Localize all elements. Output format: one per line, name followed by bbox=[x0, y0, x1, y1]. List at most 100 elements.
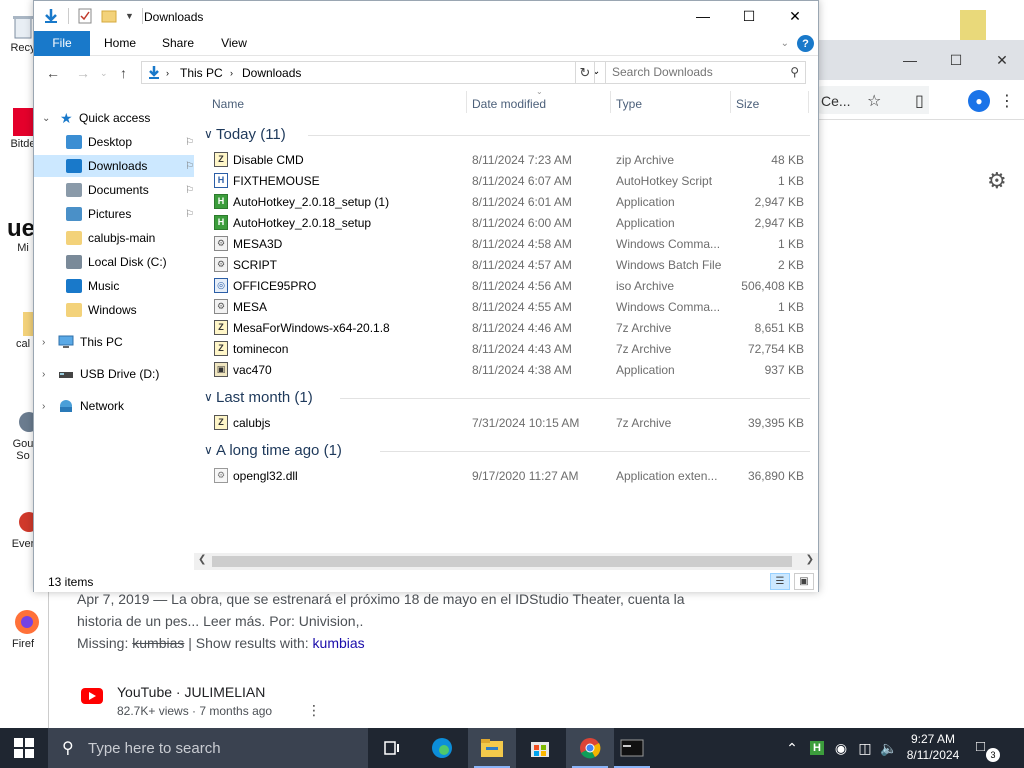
file-row[interactable]: ▣ vac470 8/11/2024 4:38 AM Application 937 K… bbox=[204, 359, 814, 380]
taskbar-edge[interactable] bbox=[418, 728, 466, 768]
file-row[interactable]: ⚙ opengl32.dll 9/17/2020 11:27 AM Applicati… bbox=[204, 465, 814, 486]
more-options-icon[interactable]: ⋮ bbox=[307, 702, 321, 719]
network-status-icon[interactable]: ◫ bbox=[854, 728, 876, 768]
new-folder-icon[interactable] bbox=[101, 8, 117, 24]
nav-network[interactable]: › Network bbox=[34, 395, 194, 417]
minimize-icon[interactable]: — bbox=[680, 1, 726, 31]
column-header-name[interactable]: Name bbox=[212, 97, 244, 111]
expand-chevron-icon[interactable]: › bbox=[42, 401, 45, 412]
file-row[interactable]: H AutoHotkey_2.0.18_setup (1) 8/11/2024 6:… bbox=[204, 191, 814, 212]
expand-ribbon-icon[interactable]: ⌄ bbox=[781, 38, 789, 49]
breadcrumb-this-pc[interactable]: This PC bbox=[180, 66, 223, 80]
breadcrumb-downloads[interactable]: Downloads bbox=[242, 66, 301, 80]
file-row[interactable]: Zcalubjs 7/31/2024 10:15 AM 7z Archive 39,3… bbox=[204, 412, 814, 433]
tab-file[interactable]: File bbox=[34, 31, 90, 56]
file-row[interactable]: Ztominecon 8/11/2024 4:43 AM 7z Archive 72,… bbox=[204, 338, 814, 359]
expand-chevron-icon[interactable]: › bbox=[42, 369, 45, 380]
nav-item-local-disk-c[interactable]: Local Disk (C:) bbox=[34, 251, 194, 273]
youtube-result[interactable]: YouTube · JULIMELIAN 82.7K+ views · 7 mo… bbox=[77, 680, 477, 720]
taskbar-store[interactable] bbox=[516, 728, 564, 768]
nav-item-pictures[interactable]: Pictures ⚐ bbox=[34, 203, 194, 225]
close-icon[interactable]: ✕ bbox=[979, 40, 1024, 80]
file-row[interactable]: Z MesaForWindows-x64-20.1.8 8/11/2024 4:46… bbox=[204, 317, 814, 338]
column-header-size[interactable]: Size bbox=[736, 97, 759, 111]
file-row[interactable]: Z Disable CMD 8/11/2024 7:23 AM zip Archive… bbox=[204, 149, 814, 170]
taskbar-search[interactable]: ⚲ Type here to search bbox=[48, 728, 368, 768]
customize-qat-icon[interactable]: ▼ bbox=[125, 11, 134, 21]
scrollbar-thumb[interactable] bbox=[212, 556, 792, 567]
column-divider[interactable] bbox=[466, 91, 467, 113]
nav-quick-access[interactable]: ⌄ ★ Quick access bbox=[34, 107, 194, 129]
horizontal-scrollbar[interactable]: ❮ ❯ bbox=[194, 553, 818, 570]
nav-item-desktop[interactable]: Desktop ⚐ bbox=[34, 131, 194, 153]
close-icon[interactable]: ✕ bbox=[772, 1, 818, 31]
tab-view[interactable]: View bbox=[214, 31, 254, 56]
scroll-left-icon[interactable]: ❮ bbox=[198, 554, 206, 565]
file-row[interactable]: ⚙ MESA3D 8/11/2024 4:58 AM Windows Comma...… bbox=[204, 233, 814, 254]
search-input[interactable] bbox=[612, 65, 782, 79]
minimize-icon[interactable]: — bbox=[887, 40, 933, 80]
file-row[interactable]: ⚙ MESA 8/11/2024 4:55 AM Windows Comma... 1 … bbox=[204, 296, 814, 317]
taskbar-chrome[interactable] bbox=[566, 728, 614, 768]
details-view-icon[interactable]: ☰ bbox=[770, 573, 790, 590]
desktop-icon-partial[interactable] bbox=[960, 10, 986, 40]
maximize-icon[interactable]: ☐ bbox=[933, 40, 979, 80]
collapse-chevron-icon[interactable]: ∨ bbox=[204, 127, 213, 141]
recent-locations-icon[interactable]: ⌄ bbox=[100, 68, 108, 79]
large-icons-view-icon[interactable]: ▣ bbox=[794, 573, 814, 590]
nav-item-downloads[interactable]: Downloads ⚐ bbox=[34, 155, 194, 177]
properties-icon[interactable] bbox=[77, 8, 93, 24]
file-group-header[interactable]: ∨ A long time ago (1) bbox=[204, 439, 814, 463]
settings-gear-icon[interactable]: ⚙ bbox=[987, 168, 1007, 194]
nav-item-documents[interactable]: Documents ⚐ bbox=[34, 179, 194, 201]
column-header-date[interactable]: Date modified bbox=[472, 97, 546, 111]
nav-item-calubjs-main[interactable]: calubjs-main bbox=[34, 227, 194, 249]
nav-this-pc[interactable]: › This PC bbox=[34, 331, 194, 353]
column-divider[interactable] bbox=[610, 91, 611, 113]
expand-chevron-icon[interactable]: › bbox=[42, 337, 45, 348]
refresh-icon[interactable]: ↻ bbox=[575, 61, 595, 84]
column-divider[interactable] bbox=[730, 91, 731, 113]
task-view-button[interactable] bbox=[368, 728, 416, 768]
show-hidden-icons-icon[interactable]: ⌃ bbox=[782, 728, 802, 768]
tab-share[interactable]: Share bbox=[156, 31, 200, 56]
show-results-link[interactable]: kumbias bbox=[313, 635, 365, 651]
help-icon[interactable]: ? bbox=[797, 35, 814, 52]
extensions-icon[interactable]: ▯ bbox=[915, 91, 924, 111]
download-arrow-icon[interactable] bbox=[42, 8, 60, 24]
desktop-icon-firefox[interactable]: Firef bbox=[0, 606, 46, 650]
search-box[interactable]: ⚲ bbox=[605, 61, 806, 84]
nav-item-music[interactable]: Music bbox=[34, 275, 194, 297]
menu-kebab-icon[interactable]: ⋮ bbox=[999, 91, 1015, 111]
scroll-right-icon[interactable]: ❯ bbox=[806, 554, 814, 565]
profile-avatar-icon[interactable]: ● bbox=[968, 90, 990, 112]
address-field[interactable]: › This PC › Downloads ⌄ bbox=[141, 61, 609, 84]
nav-usb-drive[interactable]: › USB Drive (D:) bbox=[34, 363, 194, 385]
file-row[interactable]: ⚙ SCRIPT 8/11/2024 4:57 AM Windows Batch Fi… bbox=[204, 254, 814, 275]
file-row[interactable]: H AutoHotkey_2.0.18_setup 8/11/2024 6:00 A… bbox=[204, 212, 814, 233]
start-button[interactable] bbox=[0, 728, 48, 768]
column-header-type[interactable]: Type bbox=[616, 97, 642, 111]
file-row[interactable]: ◎ OFFICE95PRO 8/11/2024 4:56 AM iso Archive… bbox=[204, 275, 814, 296]
collapse-chevron-icon[interactable]: ⌄ bbox=[42, 113, 50, 124]
back-arrow-icon[interactable]: ← bbox=[46, 65, 60, 81]
collapse-chevron-icon[interactable]: ∨ bbox=[204, 443, 213, 457]
column-divider[interactable] bbox=[808, 91, 809, 113]
clock[interactable]: 9:27 AM 8/11/2024 bbox=[898, 731, 968, 763]
notifications-icon[interactable]: □ bbox=[976, 738, 985, 755]
file-group-header[interactable]: ∨ Last month (1) bbox=[204, 386, 814, 410]
forward-arrow-icon[interactable]: → bbox=[76, 65, 90, 81]
taskbar-file-explorer[interactable] bbox=[468, 728, 516, 768]
file-row[interactable]: H FIXTHEMOUSE 8/11/2024 6:07 AM AutoHotkey … bbox=[204, 170, 814, 191]
tray-app-icon[interactable]: ◉ bbox=[830, 728, 852, 768]
volume-icon[interactable]: 🔈 bbox=[878, 728, 900, 768]
up-arrow-icon[interactable]: ↑ bbox=[120, 65, 127, 81]
maximize-icon[interactable]: ☐ bbox=[726, 1, 772, 31]
autohotkey-tray-icon[interactable]: H bbox=[806, 728, 828, 768]
collapse-chevron-icon[interactable]: ∨ bbox=[204, 390, 213, 404]
nav-item-windows[interactable]: Windows bbox=[34, 299, 194, 321]
file-group-header[interactable]: ∨ Today (11) bbox=[204, 123, 814, 147]
taskbar-terminal[interactable] bbox=[608, 728, 656, 768]
tab-home[interactable]: Home bbox=[98, 31, 142, 56]
star-icon[interactable]: ☆ bbox=[867, 91, 881, 111]
